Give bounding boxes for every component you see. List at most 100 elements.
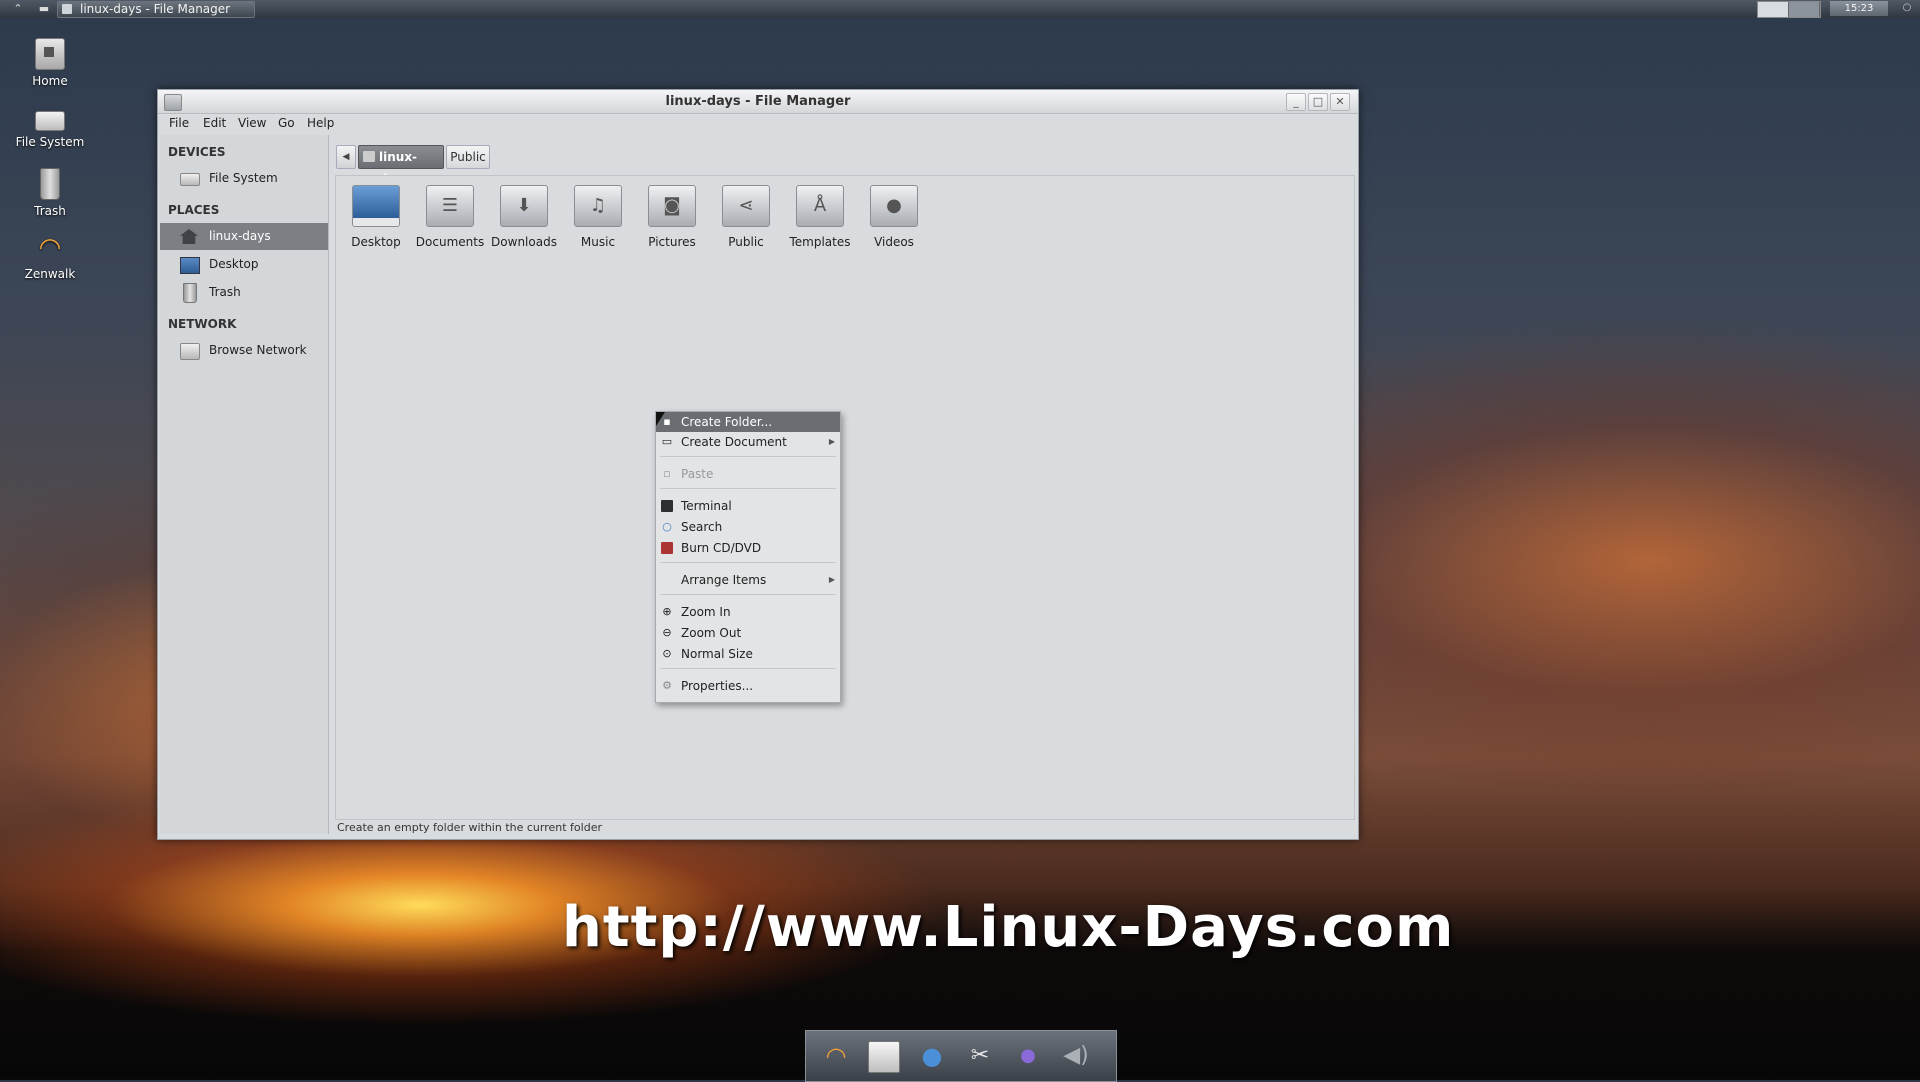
sidebar-header-network: NETWORK [168,317,237,331]
menu-view[interactable]: View [238,116,266,130]
status-bar: Create an empty folder within the curren… [337,821,602,834]
search-icon: ○ [662,520,672,533]
file-item-templates[interactable]: Å Templates [783,185,857,249]
path-back-button[interactable]: ◀ [336,145,356,169]
file-label: Pictures [648,235,696,249]
menu-separator [660,562,836,563]
desktop-icon [180,257,200,274]
file-item-videos[interactable]: ● Videos [857,185,931,249]
file-item-music[interactable]: ♫ Music [561,185,635,249]
minimize-button[interactable]: _ [1286,93,1306,111]
menu-item-label: Zoom In [681,605,731,619]
sidebar: DEVICES File System PLACES linux-days De… [160,135,329,834]
menu-item-properties[interactable]: ⚙ Properties... [656,676,840,696]
desktop-icon-file-system[interactable]: File System [6,103,94,149]
zenwalk-icon[interactable]: ◠ [818,1039,854,1073]
menu-item-zoom-in[interactable]: ⊕ Zoom In [656,602,840,622]
menu-item-label: Burn CD/DVD [681,541,762,555]
show-desktop-icon[interactable]: ▬ [36,1,52,17]
home-icon [363,151,375,162]
file-item-pictures[interactable]: ◙ Pictures [635,185,709,249]
sidebar-item-trash[interactable]: Trash [160,279,328,306]
trash-icon [40,168,60,200]
sidebar-header-places: PLACES [168,203,220,217]
menu-separator [660,668,836,669]
templates-folder-icon: Å [796,185,844,227]
file-label: Music [580,235,616,249]
music-folder-icon: ♫ [574,185,622,227]
watermark-url: http://www.Linux-Days.com [562,895,1455,960]
desktop-icon-trash[interactable]: Trash [6,168,94,218]
file-label: Public [728,235,764,249]
maximize-button[interactable]: □ [1308,93,1328,111]
workspace-1[interactable] [1758,2,1789,17]
menu-item-label: Paste [681,467,714,481]
menu-item-create-folder[interactable]: ▪ Create Folder... [656,412,840,432]
clock[interactable]: 15:23 [1830,1,1888,16]
menu-item-label: Zoom Out [681,626,742,640]
app-menu-icon[interactable]: ⌃ [10,1,26,17]
file-item-desktop[interactable]: Desktop [339,185,413,249]
workspace-pager[interactable] [1757,1,1821,18]
context-menu: ▪ Create Folder... ▭ Create Document ▶ ▫… [655,411,841,703]
mouse-pointer-icon [656,412,665,426]
file-label: Desktop [351,235,401,249]
sidebar-item-label: Trash [209,285,241,299]
terminal-icon [661,500,673,512]
menu-separator [660,456,836,457]
messenger-icon[interactable]: ● [1010,1039,1046,1073]
file-view[interactable]: Desktop ☰ Documents ⬇ Downloads ♫ Music … [335,175,1355,820]
menu-item-create-document[interactable]: ▭ Create Document ▶ [656,432,840,452]
workspace-2[interactable] [1789,2,1820,17]
path-button-current[interactable]: linux-days [358,145,444,186]
menu-separator [660,488,836,489]
zoom-out-icon: ⊖ [662,626,672,639]
drive-icon [180,173,200,186]
menu-edit[interactable]: Edit [203,116,226,130]
taskbar-window-button[interactable]: linux-days - File Manager [57,1,255,18]
desktop-folder-icon [352,185,400,227]
taskbar-window-title: linux-days - File Manager [80,2,231,16]
menubar: File Edit View Go Help [158,114,1358,133]
menu-go[interactable]: Go [278,116,295,130]
desktop-icon-label: Trash [34,204,66,218]
desktop-icon-zenwalk[interactable]: ◠ Zenwalk [6,233,94,281]
zoom-in-icon: ⊕ [662,605,672,618]
browser-globe-icon[interactable]: ● [914,1039,950,1073]
sidebar-item-label: Browse Network [209,343,307,357]
sidebar-item-file-system[interactable]: File System [160,165,328,192]
path-button-public[interactable]: Public [446,145,490,169]
network-icon [180,343,200,360]
menu-item-zoom-out[interactable]: ⊖ Zoom Out [656,623,840,643]
zoom-normal-icon: ⊙ [662,647,672,660]
menu-item-search[interactable]: ○ Search [656,517,840,537]
sidebar-item-browse-network[interactable]: Browse Network [160,337,328,364]
volume-icon[interactable]: ◀) [1058,1039,1094,1073]
trash-icon [183,283,197,303]
file-item-public[interactable]: ⋖ Public [709,185,783,249]
file-item-documents[interactable]: ☰ Documents [413,185,487,249]
sidebar-item-desktop[interactable]: Desktop [160,251,328,278]
menu-file[interactable]: File [169,116,189,130]
videos-folder-icon: ● [870,185,918,227]
menu-help[interactable]: Help [307,116,334,130]
menu-item-label: Terminal [681,499,732,513]
bottom-dock: ◠ ● ✂ ● ◀) [805,1030,1117,1082]
window-titlebar[interactable]: linux-days - File Manager _ □ ✕ [158,90,1358,114]
file-label: Documents [415,235,485,249]
desktop-icon-home[interactable]: Home [6,38,94,88]
paste-icon: ▫ [663,467,671,480]
settings-tools-icon[interactable]: ✂ [962,1039,998,1073]
desktop-icon-label: Home [32,74,68,88]
window-title: linux-days - File Manager [665,94,851,109]
menu-item-normal-size[interactable]: ⊙ Normal Size [656,644,840,664]
sidebar-item-linux-days[interactable]: linux-days [160,223,328,250]
menu-item-arrange-items[interactable]: Arrange Items ▶ [656,570,840,590]
panel-end-icon[interactable]: ○ [1900,2,1914,16]
menu-item-terminal[interactable]: Terminal [656,496,840,516]
menu-item-burn[interactable]: Burn CD/DVD [656,538,840,558]
file-item-downloads[interactable]: ⬇ Downloads [487,185,561,249]
file-manager-icon[interactable] [866,1039,902,1073]
close-button[interactable]: ✕ [1330,93,1350,111]
burn-icon [661,542,673,554]
